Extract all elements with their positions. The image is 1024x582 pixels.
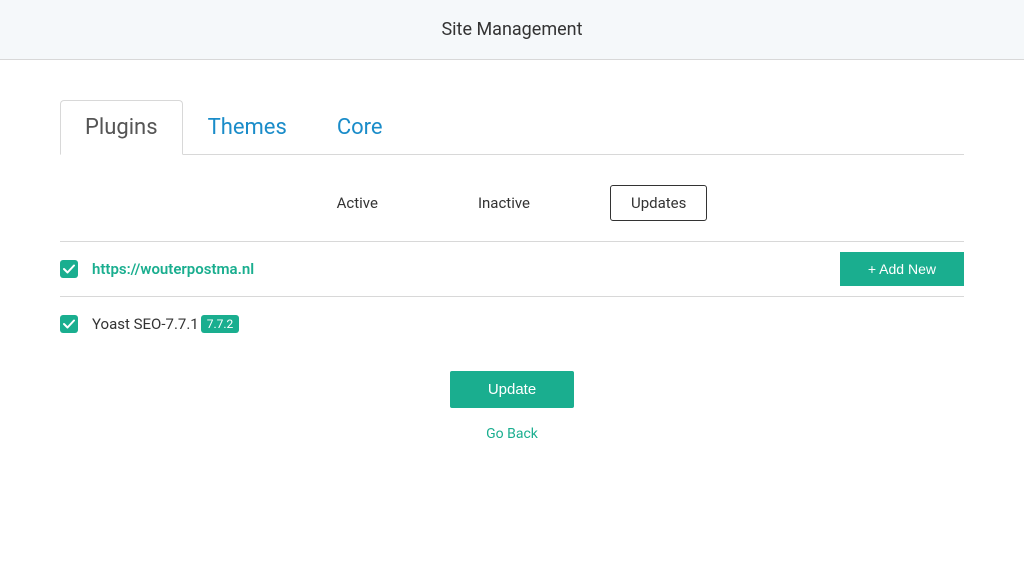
add-new-button[interactable]: + Add New	[840, 252, 964, 286]
filter-inactive[interactable]: Inactive	[458, 186, 550, 220]
tab-core[interactable]: Core	[312, 100, 408, 154]
page-title: Site Management	[441, 19, 582, 40]
site-row: https://wouterpostma.nl + Add New	[60, 241, 964, 296]
page-header: Site Management	[0, 0, 1024, 60]
filter-updates[interactable]: Updates	[610, 185, 707, 221]
main-tabs: Plugins Themes Core	[60, 100, 964, 155]
site-url-link[interactable]: https://wouterpostma.nl	[92, 260, 254, 278]
content-area: Plugins Themes Core Active Inactive Upda…	[0, 60, 1024, 442]
update-button[interactable]: Update	[450, 371, 574, 408]
tab-plugins[interactable]: Plugins	[60, 100, 183, 155]
tab-themes[interactable]: Themes	[183, 100, 312, 154]
site-checkbox[interactable]	[60, 260, 78, 278]
go-back-link[interactable]: Go Back	[486, 426, 538, 442]
plugin-checkbox[interactable]	[60, 315, 78, 333]
plugin-row: Yoast SEO-7.7.1 7.7.2	[60, 296, 964, 351]
version-badge: 7.7.2	[201, 315, 240, 333]
check-icon	[63, 318, 75, 330]
actions-area: Update Go Back	[60, 351, 964, 442]
plugin-name-label: Yoast SEO-7.7.1	[92, 315, 199, 333]
filter-row: Active Inactive Updates	[60, 155, 964, 241]
filter-active[interactable]: Active	[317, 186, 398, 220]
check-icon	[63, 263, 75, 275]
